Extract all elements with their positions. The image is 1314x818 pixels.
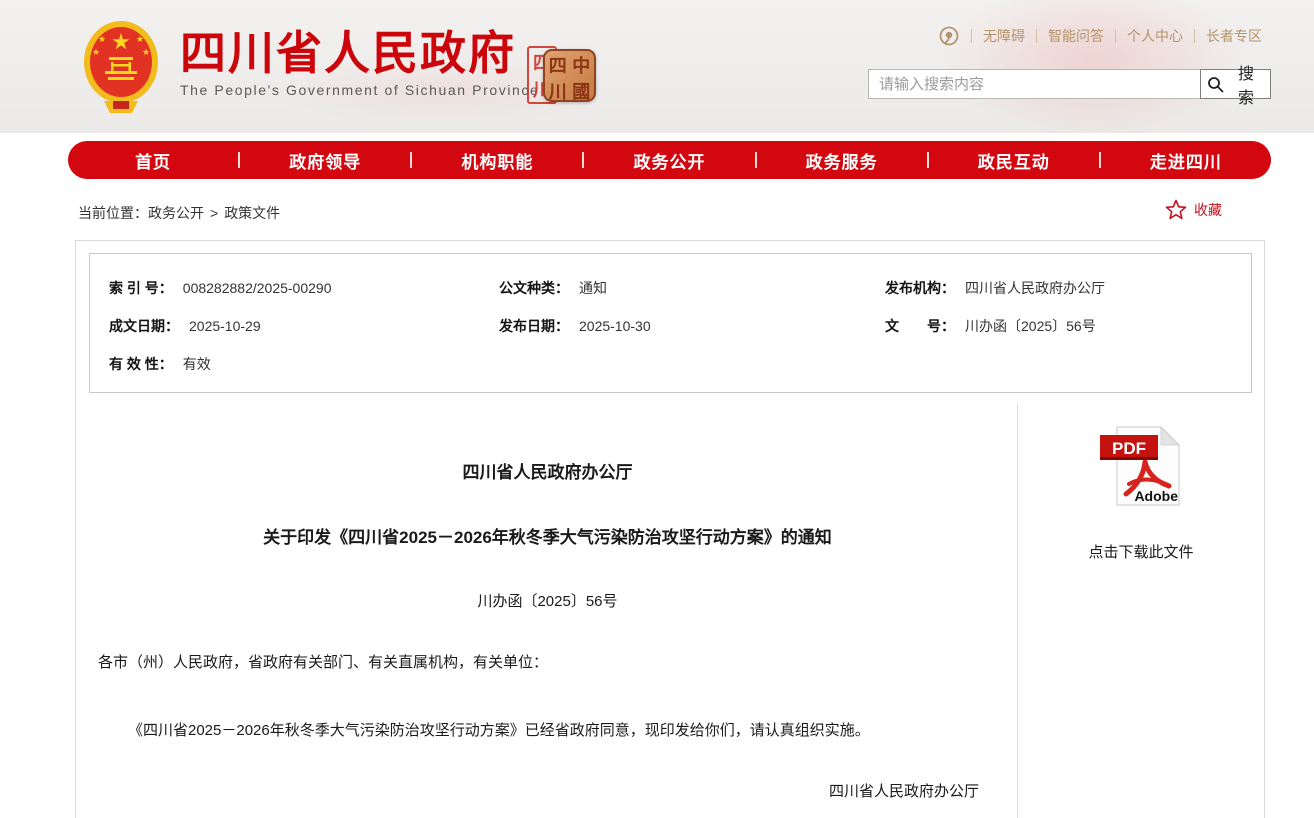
doc-title: 关于印发《四川省2025－2026年秋冬季大气污染防治攻坚行动方案》的通知 [98,527,997,549]
meta-value: 四川省人民政府办公厅 [965,280,1105,296]
seal-char: 國 [572,78,590,104]
nav-item-org-functions[interactable]: 机构职能 [412,148,582,173]
doc-salutation: 各市（州）人民政府，省政府有关部门、有关直属机构，有关单位： [98,652,997,674]
meta-label: 发布日期： [499,318,569,334]
seal-char: 四 [549,52,567,78]
meta-value: 有效 [183,356,211,372]
meta-value: 通知 [579,280,607,296]
site-brand: 四川省人民政府 The People's Government of Sichu… [180,28,539,98]
nav-item-home[interactable]: 首页 [68,148,238,173]
search-icon [1207,76,1224,93]
main-nav: 首页 政府领导 机构职能 政务公开 政务服务 政民互动 走进四川 [68,141,1271,179]
meta-doc-number: 文 号： 川办函〔2025〕56号 [885,316,1241,336]
breadcrumb-link-public-info[interactable]: 政务公开 [148,205,204,221]
meta-label: 发布机构： [885,280,955,296]
seal-char: 中 [572,52,590,78]
nav-item-gov-leaders[interactable]: 政府领导 [240,148,410,173]
breadcrumb-prefix: 当前位置： [78,205,148,221]
meta-label: 公文种类： [499,280,569,296]
nav-item-gov-services[interactable]: 政务服务 [757,148,927,173]
utility-divider [1036,29,1037,43]
utility-link-personal-center[interactable]: 个人中心 [1127,26,1183,46]
utility-link-smart-qa[interactable]: 智能问答 [1048,26,1104,46]
utility-link-senior-zone[interactable]: 长者专区 [1206,26,1262,46]
pdf-file-icon[interactable]: PDF Adobe [1099,426,1183,511]
meta-label: 有 效 性： [109,356,173,372]
doc-number: 川办函〔2025〕56号 [98,591,997,613]
site-header: ★ ★ ★ ★ ★ 四川省人民政府 The People's Governmen… [0,0,1314,133]
pdf-banner-label: PDF [1112,439,1146,458]
search-bar: 搜 索 [868,69,1271,99]
site-title: 四川省人民政府 [180,28,539,78]
breadcrumb-link-policy-docs[interactable]: 政策文件 [224,205,280,221]
svg-text:★: ★ [98,34,106,44]
utility-divider [1194,29,1195,43]
nav-item-interaction[interactable]: 政民互动 [929,148,1099,173]
utility-bar: 无障碍 智能问答 个人中心 长者专区 [938,25,1262,47]
search-button[interactable]: 搜 索 [1200,69,1271,99]
svg-text:★: ★ [111,29,131,54]
document-container: 索 引 号： 008282882/2025-00290 公文种类： 通知 发布机构：… [75,240,1265,818]
meta-validity: 有 效 性： 有效 [109,354,499,374]
doc-issuer-title: 四川省人民政府办公厅 [98,462,997,484]
meta-value: 2025-10-29 [189,318,261,334]
meta-value: 2025-10-30 [579,318,651,334]
meta-index-number: 索 引 号： 008282882/2025-00290 [109,278,499,298]
national-emblem-icon: ★ ★ ★ ★ ★ [82,17,160,119]
meta-value: 川办函〔2025〕56号 [965,318,1096,334]
favorite-label: 收藏 [1194,200,1222,220]
utility-divider [971,29,972,43]
seal-front-stamp: 四 中 川 國 [543,49,596,102]
nav-item-public-info[interactable]: 政务公开 [584,148,754,173]
meta-value: 008282882/2025-00290 [183,280,332,296]
seal-char: 川 [549,78,567,104]
gov-pin-icon[interactable] [938,25,960,47]
meta-label: 文 号： [885,318,955,334]
page: ★ ★ ★ ★ ★ 四川省人民政府 The People's Governmen… [0,0,1314,818]
download-link[interactable]: 点击下载此文件 [1018,541,1264,562]
utility-link-accessibility[interactable]: 无障碍 [983,26,1025,46]
breadcrumb-separator: > [210,205,218,221]
doc-signature: 四川省人民政府办公厅 [98,781,997,803]
meta-label: 索 引 号： [109,280,173,296]
breadcrumb: 当前位置：政务公开 > 政策文件 [78,203,280,223]
utility-divider [1115,29,1116,43]
favorite-button[interactable]: 收藏 [1165,199,1222,221]
star-icon [1165,199,1187,221]
document-body: 四川省人民政府办公厅 关于印发《四川省2025－2026年秋冬季大气污染防治攻坚… [76,404,1017,818]
meta-publish-date: 发布日期： 2025-10-30 [499,316,885,336]
search-button-label: 搜 索 [1228,60,1264,108]
download-sidebar: PDF Adobe 点击下载此文件 [1017,404,1264,818]
pdf-brand-label: Adobe [1134,488,1178,504]
meta-issuing-agency: 发布机构： 四川省人民政府办公厅 [885,278,1241,298]
nav-item-about-sichuan[interactable]: 走进四川 [1101,148,1271,173]
document-content: 四川省人民政府办公厅 关于印发《四川省2025－2026年秋冬季大气污染防治攻坚… [76,404,1264,818]
meta-doc-type: 公文种类： 通知 [499,278,885,298]
site-subtitle: The People's Government of Sichuan Provi… [180,82,539,98]
svg-text:★: ★ [92,47,100,57]
svg-text:★: ★ [142,47,150,57]
sichuan-seal-icon: 四 川 四 中 川 國 [527,44,597,110]
doc-paragraph: 《四川省2025－2026年秋冬季大气污染防治攻坚行动方案》已经省政府同意，现印… [98,720,997,742]
metadata-box: 索 引 号： 008282882/2025-00290 公文种类： 通知 发布机构：… [89,253,1252,393]
meta-label: 成文日期： [109,318,179,334]
meta-written-date: 成文日期： 2025-10-29 [109,316,499,336]
search-input[interactable] [868,69,1200,99]
svg-text:★: ★ [136,34,144,44]
